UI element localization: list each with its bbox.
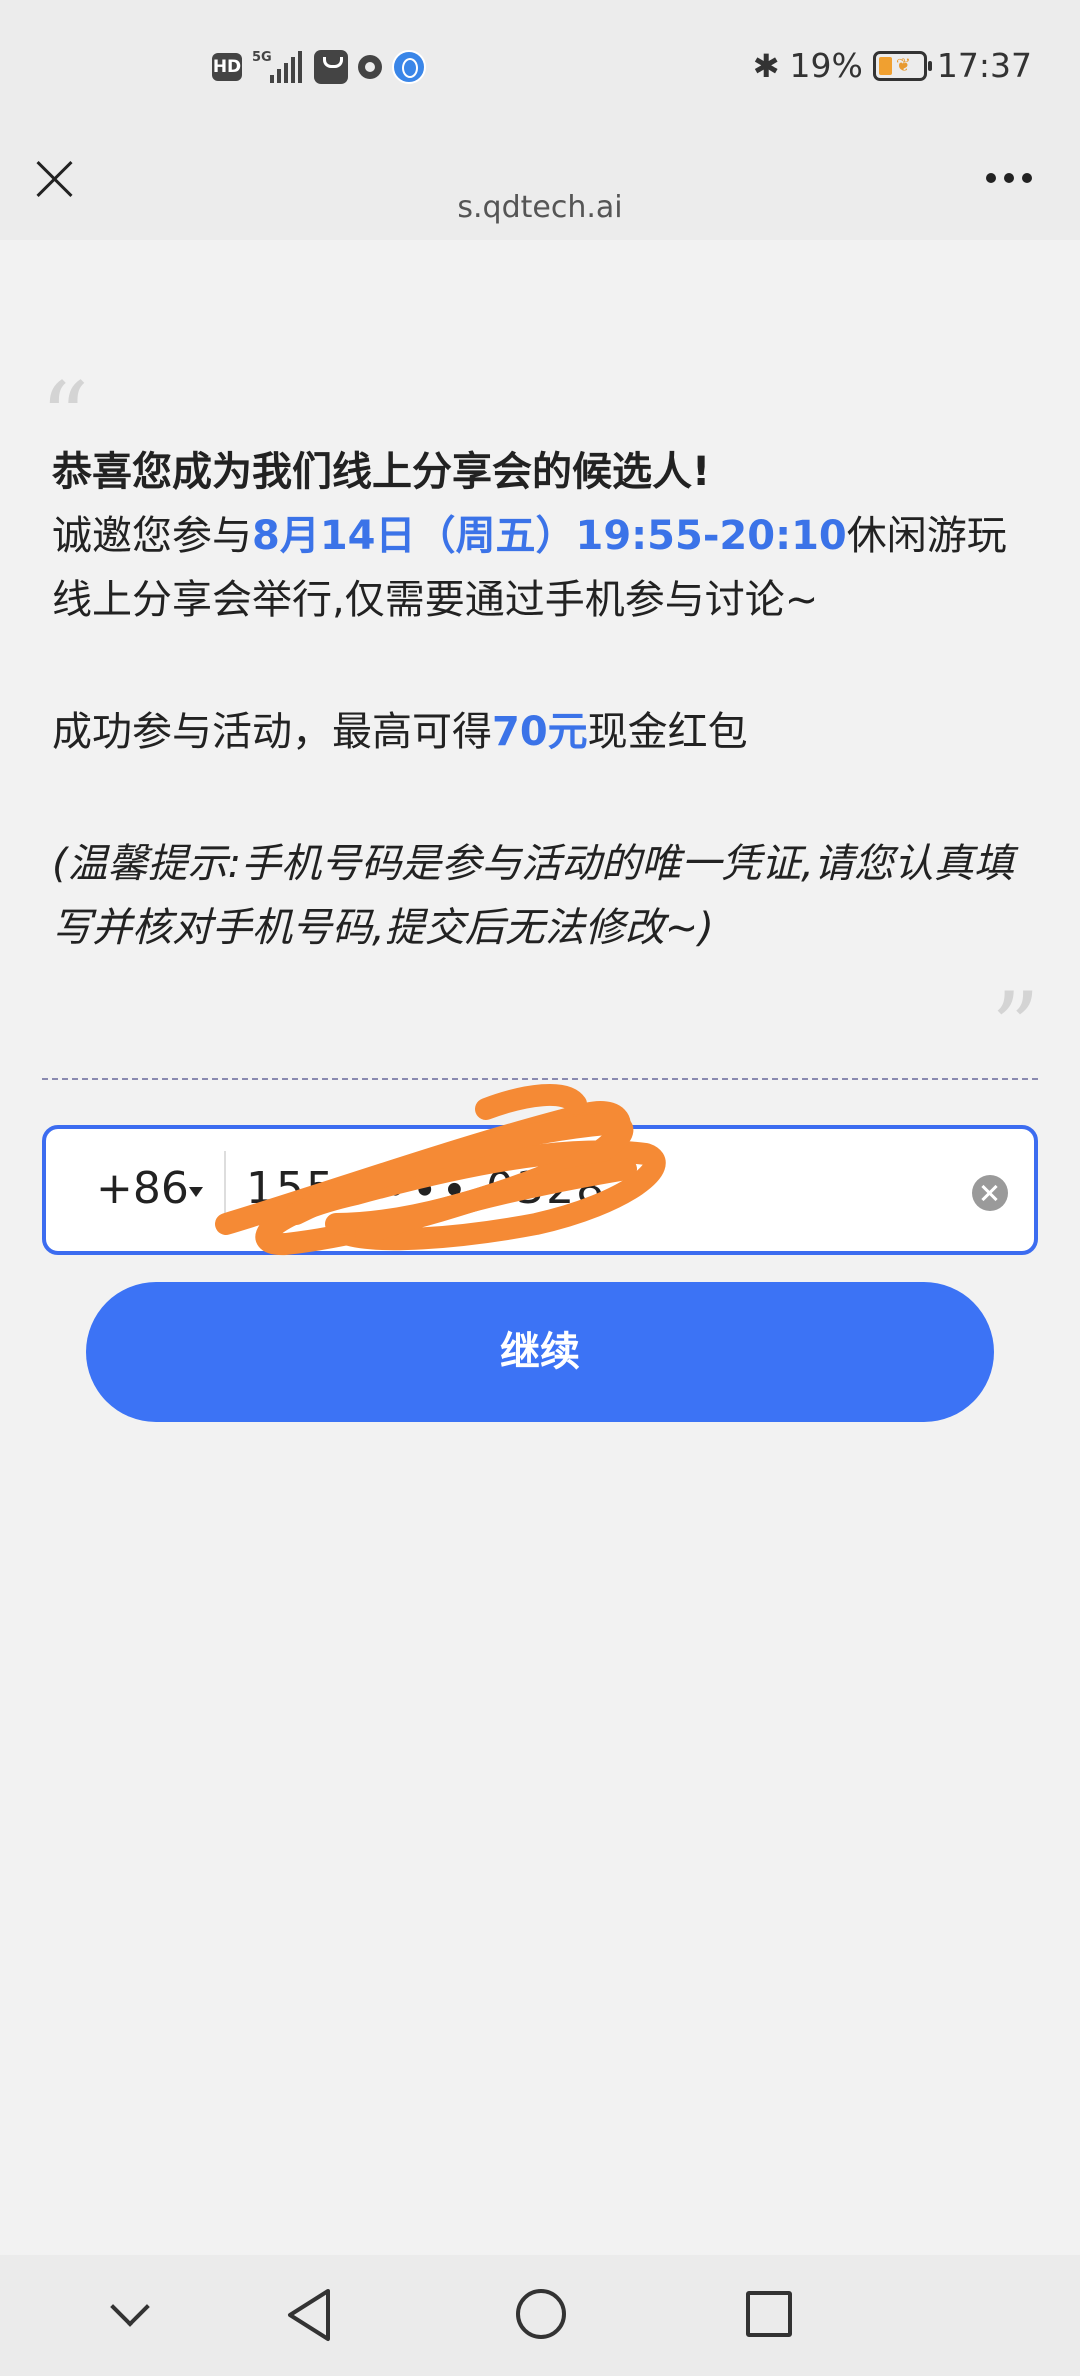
page-url: s.qdtech.ai	[457, 190, 623, 225]
event-date: 8月14日（周五）19:55-20:10	[252, 513, 847, 559]
phone-input-box[interactable]: +86 155 ∙∙∙∙ 0328	[42, 1084, 1038, 1256]
recent-apps-icon[interactable]	[746, 2291, 792, 2337]
invitation-text: 恭喜您成为我们线上分享会的候选人! 诚邀您参与8月14日（周五）19:55-20…	[52, 440, 1032, 960]
invite-paragraph-2: 成功参与活动，最高可得70元现金红包	[52, 700, 1032, 764]
status-bar: HD 5G ✱ 19% ❦ 17:37	[0, 0, 1080, 135]
reward-text: 成功参与活动，最高可得	[52, 709, 492, 755]
invite-title: 恭喜您成为我们线上分享会的候选人!	[52, 449, 711, 495]
battery-icon: ❦	[872, 50, 932, 81]
hd-icon: HD	[212, 53, 242, 81]
page-content: “ 恭喜您成为我们线上分享会的候选人! 诚邀您参与8月14日（周五）19:55-…	[0, 240, 1080, 2255]
browser-navbar: s.qdtech.ai	[0, 135, 1080, 240]
back-icon[interactable]	[284, 2287, 334, 2343]
tip-text: (温馨提示:手机号码是参与活动的唯一凭证,请您认真填写并核对手机号码,提交后无法…	[52, 841, 1014, 951]
shopping-bag-icon	[314, 50, 348, 84]
caret-down-icon[interactable]	[189, 1187, 203, 1197]
app-notification-icon	[358, 55, 382, 79]
signal-icon: 5G	[252, 51, 304, 83]
invite-text: 诚邀您参与	[52, 513, 252, 559]
continue-button[interactable]: 继续	[86, 1282, 994, 1422]
status-right: ✱ 19% ❦ 17:37	[753, 46, 1032, 85]
status-left-icons: HD 5G	[212, 50, 426, 84]
invite-paragraph-1: 诚邀您参与8月14日（周五）19:55-20:10休闲游玩线上分享会举行,仅需要…	[52, 504, 1032, 632]
hide-keyboard-icon[interactable]	[110, 2287, 150, 2327]
network-type: 5G	[252, 50, 272, 65]
close-quote-icon: ”	[990, 972, 1040, 1084]
bluetooth-icon: ✱	[752, 46, 780, 85]
battery-percent: 19%	[789, 46, 863, 85]
country-code-select[interactable]: +86	[96, 1163, 189, 1214]
reward-amount: 70元	[492, 709, 588, 755]
redaction-scribble	[215, 1084, 666, 1256]
more-options-icon[interactable]	[986, 173, 1032, 183]
clock: 17:37	[936, 46, 1032, 85]
system-navigation-bar	[0, 2255, 1080, 2376]
home-icon[interactable]	[516, 2289, 566, 2339]
reward-text: 现金红包	[587, 709, 748, 755]
clear-input-icon[interactable]	[972, 1175, 1008, 1211]
browser-icon	[392, 50, 426, 84]
